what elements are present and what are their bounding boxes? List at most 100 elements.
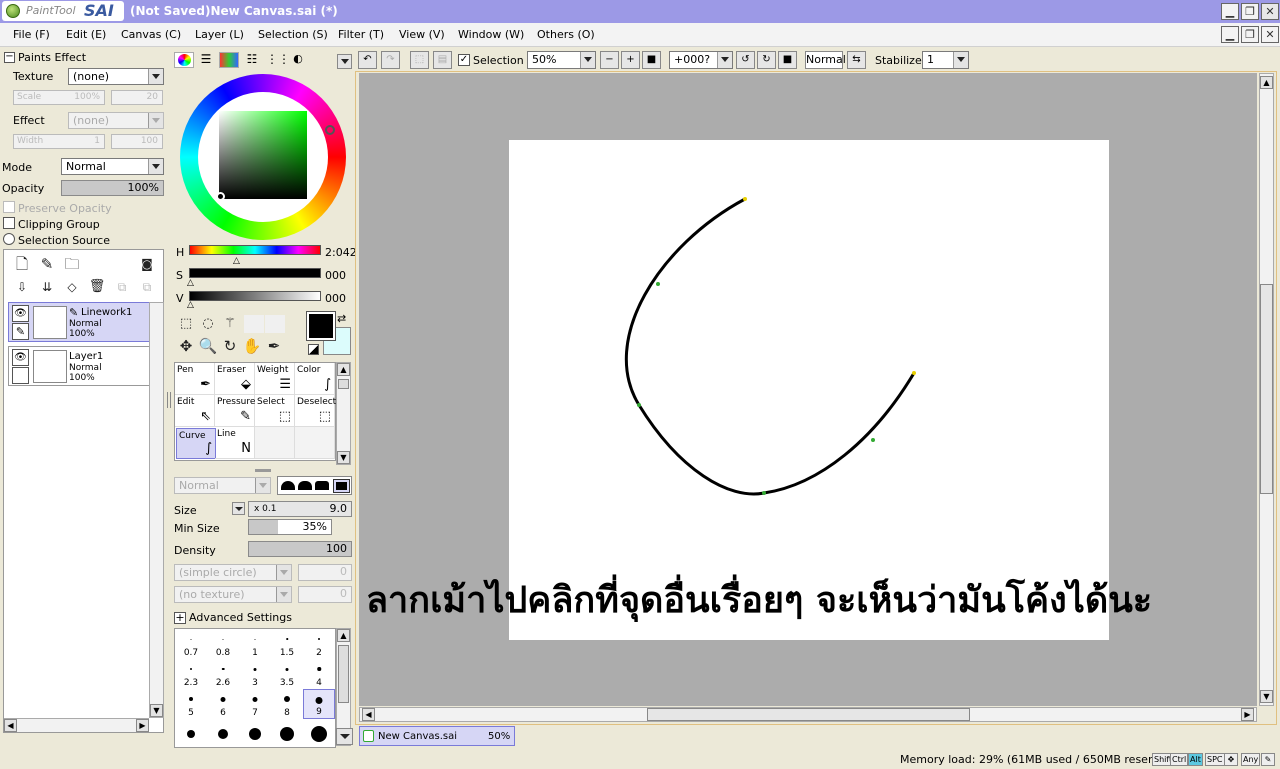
shape-soft-icon[interactable] bbox=[281, 481, 295, 490]
menu-window[interactable]: Window (W) bbox=[458, 28, 524, 41]
panel-menu-button[interactable] bbox=[337, 54, 352, 69]
rotate-icon[interactable]: ↻ bbox=[220, 336, 240, 356]
scale-field[interactable]: Scale 100% bbox=[13, 90, 105, 105]
maximize-button[interactable]: ❐ bbox=[1241, 3, 1259, 20]
brush-shape-select[interactable]: (simple circle) bbox=[174, 564, 292, 581]
brush-size-cell[interactable]: 3 bbox=[239, 659, 271, 689]
brush-size-cell[interactable]: 0.7 bbox=[175, 629, 207, 659]
zoom-out-button[interactable]: − bbox=[600, 51, 619, 69]
document-tab[interactable]: New Canvas.sai 50% bbox=[359, 726, 515, 746]
scroll-right-icon[interactable]: ▶ bbox=[1241, 708, 1254, 721]
lock-box-icon[interactable] bbox=[12, 367, 29, 384]
menu-edit[interactable]: Edit (E) bbox=[66, 28, 106, 41]
rotate-right-button[interactable]: ↻ bbox=[757, 51, 776, 69]
tool-eraser[interactable]: Eraser ⬙ bbox=[215, 363, 255, 395]
brush-size-cell[interactable] bbox=[239, 719, 271, 749]
hue-marker[interactable] bbox=[325, 125, 335, 135]
hsv-slider-tab[interactable] bbox=[219, 52, 239, 68]
opacity-slider[interactable]: 100% bbox=[61, 180, 164, 196]
pen-status-icon[interactable]: ✎ bbox=[1261, 753, 1275, 766]
palette-tab[interactable]: ⋮⋮ bbox=[265, 52, 290, 68]
tool-edit[interactable]: Edit ⇖ bbox=[175, 395, 215, 427]
eye-icon[interactable]: 👁 bbox=[12, 349, 29, 366]
new-folder-icon[interactable]: 🗀 bbox=[62, 254, 82, 274]
brush-size-cell[interactable]: 5 bbox=[175, 689, 207, 719]
layer-mask-icon[interactable]: ◙ bbox=[137, 254, 157, 274]
hue-slider[interactable] bbox=[189, 245, 321, 255]
tool-curve[interactable]: Curve ∫ bbox=[176, 428, 216, 459]
brush-size-cell[interactable]: 8 bbox=[271, 689, 303, 719]
scroll-down-icon[interactable]: ▼ bbox=[150, 704, 163, 717]
tool-line[interactable]: Line N bbox=[215, 427, 255, 459]
brush-size-cell[interactable]: 4 bbox=[303, 659, 335, 689]
brush-size-cell[interactable]: 9 bbox=[303, 689, 335, 719]
magic-wand-icon[interactable]: ⚚ bbox=[220, 314, 240, 334]
clipping-group-checkbox[interactable] bbox=[3, 217, 15, 229]
brush-size-cell[interactable]: 1 bbox=[239, 629, 271, 659]
effect-select[interactable]: (none) bbox=[68, 112, 164, 129]
brush-size-cell[interactable]: 2 bbox=[303, 629, 335, 659]
brush-size-cell[interactable]: 2.3 bbox=[175, 659, 207, 689]
hue-pointer-icon[interactable]: △ bbox=[233, 256, 240, 266]
curve-control-point[interactable] bbox=[637, 403, 641, 407]
brush-texture-strength[interactable]: 0 bbox=[298, 586, 352, 603]
trash-icon[interactable]: 🗑 bbox=[87, 277, 107, 297]
brush-size-cell[interactable]: 2.6 bbox=[207, 659, 239, 689]
ctrl-key-indicator[interactable]: Ctrl bbox=[1170, 753, 1189, 766]
hand-icon[interactable]: ✋ bbox=[242, 336, 262, 356]
redo-button[interactable]: ↷ bbox=[381, 51, 400, 69]
view-mode-box[interactable]: Normal bbox=[805, 51, 846, 69]
brush-size-cell[interactable]: 7 bbox=[239, 689, 271, 719]
new-linework-layer-icon[interactable]: ✎ bbox=[37, 254, 57, 274]
brush-shape-strength[interactable]: 0 bbox=[298, 564, 352, 581]
brush-size-cell[interactable] bbox=[303, 719, 335, 749]
scroll-thumb[interactable] bbox=[647, 708, 970, 721]
density-slider[interactable]: 100 bbox=[248, 541, 352, 557]
panel-grip[interactable] bbox=[255, 469, 271, 472]
menu-canvas[interactable]: Canvas (C) bbox=[121, 28, 181, 41]
rect-select-icon[interactable]: ⬚ bbox=[176, 314, 196, 334]
scroll-thumb[interactable] bbox=[1260, 284, 1273, 494]
brush-size-cell[interactable]: 1.5 bbox=[271, 629, 303, 659]
rotation-select[interactable]: +000? bbox=[669, 51, 733, 69]
scale-field-2[interactable]: 20 bbox=[111, 90, 163, 105]
brush-texture-select[interactable]: (no texture) bbox=[174, 586, 292, 603]
move-icon[interactable]: ✥ bbox=[176, 336, 196, 356]
new-layer-icon[interactable]: 🗋 bbox=[12, 254, 32, 274]
curve-control-point[interactable] bbox=[912, 371, 916, 375]
brush-size-cell[interactable] bbox=[271, 719, 303, 749]
merge-down-icon[interactable]: ⇊ bbox=[37, 277, 57, 297]
scroll-up-icon[interactable]: ▲ bbox=[337, 629, 350, 642]
doc-restore-button[interactable]: ❐ bbox=[1241, 26, 1259, 43]
doc-close-button[interactable]: ✕ bbox=[1261, 26, 1279, 43]
panel-splitter[interactable] bbox=[167, 392, 171, 408]
menu-filter[interactable]: Filter (T) bbox=[338, 28, 384, 41]
flip-button[interactable]: ⇆ bbox=[847, 51, 866, 69]
zoom-select[interactable]: 50% bbox=[527, 51, 596, 69]
size-multiplier-dropdown[interactable] bbox=[232, 502, 245, 515]
undo-button[interactable]: ↶ bbox=[358, 51, 377, 69]
navigator-dropdown[interactable] bbox=[336, 728, 353, 745]
scroll-up-icon[interactable]: ▲ bbox=[337, 363, 350, 376]
canvas-hscroll[interactable]: ◀ ▶ bbox=[359, 707, 1257, 722]
width-field[interactable]: Width 1 bbox=[13, 134, 105, 149]
brush-blend-select[interactable]: Normal bbox=[174, 477, 271, 494]
saturation-slider[interactable] bbox=[189, 268, 321, 278]
brush-size-cell[interactable] bbox=[175, 719, 207, 749]
shape-hard-icon[interactable] bbox=[315, 481, 329, 490]
canvas-vscroll[interactable]: ▲ ▼ bbox=[1259, 73, 1274, 706]
menu-layer[interactable]: Layer (L) bbox=[195, 28, 244, 41]
tool-color[interactable]: Color ∫ bbox=[295, 363, 335, 395]
layers-hscroll[interactable]: ◀ ▶ bbox=[4, 718, 149, 732]
deselect-button[interactable]: ⬚ bbox=[410, 51, 429, 69]
scroll-up-icon[interactable]: ▲ bbox=[1260, 76, 1273, 89]
size-slider[interactable]: x 0.1 9.0 bbox=[248, 501, 352, 517]
curve-control-point[interactable] bbox=[656, 282, 660, 286]
tool-select[interactable]: Select ⬚ bbox=[255, 395, 295, 427]
saturation-value-square[interactable] bbox=[219, 111, 307, 199]
advanced-settings-label[interactable]: Advanced Settings bbox=[189, 611, 292, 624]
reset-colors-icon[interactable] bbox=[308, 344, 319, 355]
layers-scrollbar[interactable]: ▼ bbox=[149, 302, 164, 718]
min-size-slider[interactable]: 35% bbox=[248, 519, 332, 535]
texture-select[interactable]: (none) bbox=[68, 68, 164, 85]
